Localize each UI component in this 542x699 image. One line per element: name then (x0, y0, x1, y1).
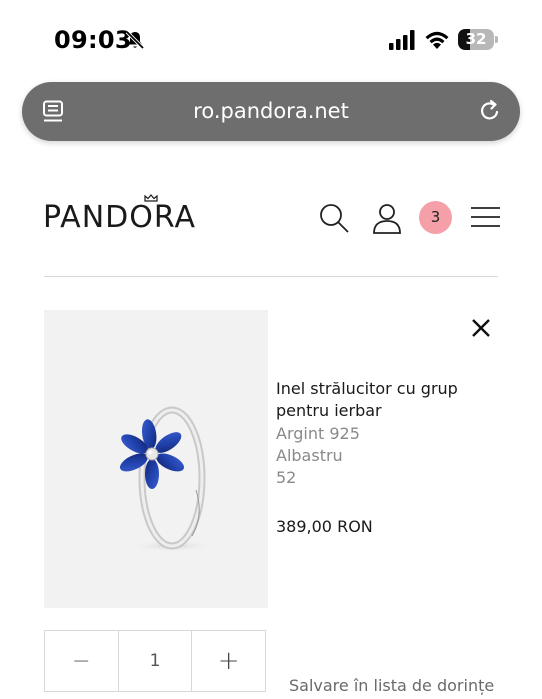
cellular-signal-icon (389, 30, 415, 50)
cart-count-badge[interactable]: 3 (419, 201, 452, 234)
quantity-stepper: − 1 + (44, 630, 266, 692)
increase-quantity-button[interactable]: + (192, 631, 265, 691)
hamburger-menu-icon[interactable] (471, 207, 500, 227)
reader-mode-icon[interactable] (42, 100, 64, 124)
decrease-quantity-button[interactable]: − (45, 631, 119, 691)
ring-image (119, 406, 212, 552)
wifi-icon (425, 31, 449, 49)
pandora-logo[interactable]: PANDORA (43, 200, 196, 235)
product-image[interactable] (44, 310, 268, 608)
account-icon[interactable] (372, 202, 402, 234)
remove-item-icon[interactable] (471, 318, 491, 338)
status-bar: 09:03 32 (0, 0, 542, 70)
search-icon[interactable] (318, 202, 350, 234)
address-bar[interactable]: ro.pandora.net (22, 82, 520, 141)
bell-off-icon (125, 30, 145, 50)
logo-crown-icon (144, 194, 158, 202)
minus-icon: − (72, 648, 91, 674)
product-name[interactable]: Inel strălucitor cu grup pentru ierbar (276, 378, 486, 422)
status-time: 09:03 (54, 26, 132, 54)
product-material: Argint 925 (276, 424, 360, 443)
battery-icon: 32 (458, 29, 498, 50)
quantity-field[interactable]: 1 (119, 631, 193, 691)
plus-icon: + (217, 646, 240, 676)
product-color: Albastru (276, 446, 343, 465)
save-to-wishlist-link[interactable]: Salvare în lista de dorințe (289, 676, 494, 695)
url-text[interactable]: ro.pandora.net (22, 82, 520, 141)
battery-percentage: 32 (465, 30, 487, 48)
product-size: 52 (276, 468, 297, 487)
product-price: 389,00 RON (276, 517, 373, 536)
reload-icon[interactable] (478, 99, 502, 123)
header-divider (44, 276, 498, 277)
